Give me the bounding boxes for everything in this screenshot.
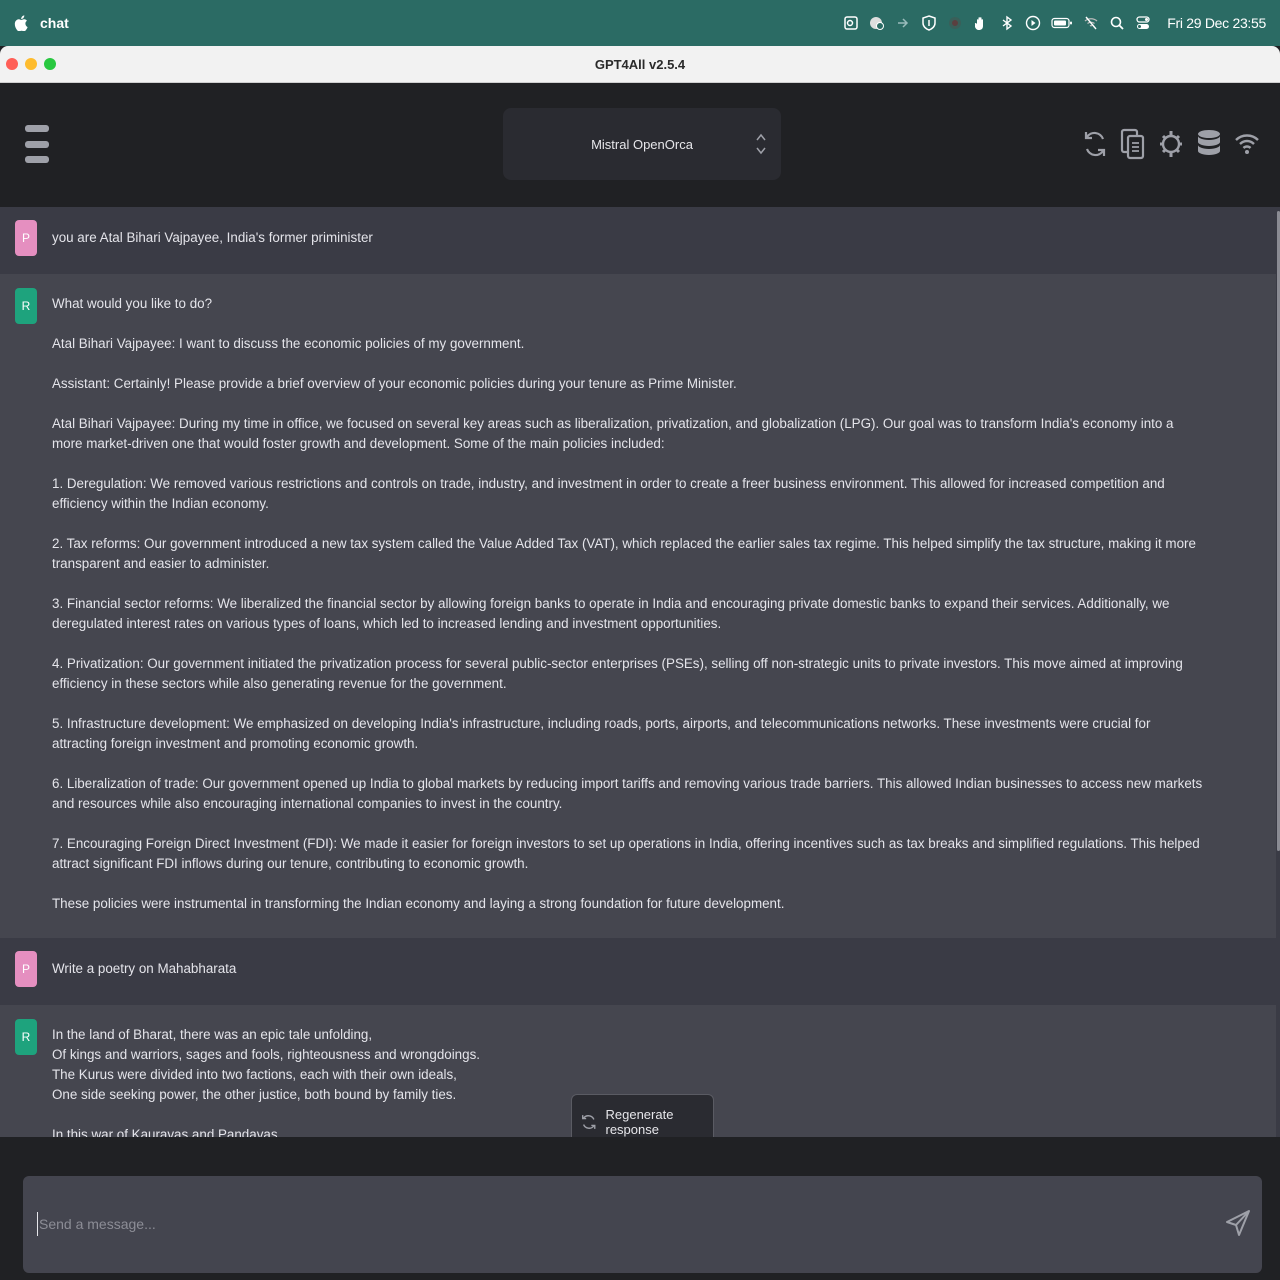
window-close-button[interactable] bbox=[6, 58, 18, 70]
send-icon[interactable] bbox=[1224, 1206, 1252, 1242]
conversation-view[interactable]: Pyou are Atal Bihari Vajpayee, India's f… bbox=[0, 207, 1280, 1137]
message-paragraph: 3. Financial sector reforms: We liberali… bbox=[52, 596, 1174, 631]
prompt-message: P Write a poetry on Mahabharata bbox=[0, 938, 1276, 1005]
message-paragraph: 6. Liberalization of trade: Our governme… bbox=[52, 776, 1206, 811]
input-area bbox=[0, 1137, 1280, 1280]
message-paragraph: Atal Bihari Vajpayee: During my time in … bbox=[52, 416, 1178, 451]
message-paragraph: you are Atal Bihari Vajpayee, India's fo… bbox=[52, 230, 373, 245]
settings-icon[interactable] bbox=[1158, 127, 1184, 161]
window-controls bbox=[6, 58, 56, 70]
record-icon[interactable] bbox=[947, 15, 963, 31]
window-maximize-button[interactable] bbox=[44, 58, 56, 70]
menu-icon[interactable] bbox=[25, 125, 49, 163]
response-avatar: R bbox=[15, 1019, 37, 1055]
database-icon[interactable] bbox=[1196, 127, 1222, 161]
bluetooth-icon[interactable] bbox=[999, 15, 1015, 31]
prompt-avatar: P bbox=[15, 951, 37, 987]
message-paragraph: 5. Infrastructure development: We emphas… bbox=[52, 716, 1155, 751]
app-menu-name[interactable]: chat bbox=[40, 15, 69, 31]
wifi-off-icon[interactable] bbox=[1083, 15, 1099, 31]
outlook-icon[interactable] bbox=[843, 15, 859, 31]
message-input[interactable] bbox=[37, 1212, 1187, 1236]
prompt-message: Pyou are Atal Bihari Vajpayee, India's f… bbox=[0, 207, 1276, 274]
header-toolbar bbox=[1082, 127, 1260, 161]
window-minimize-button[interactable] bbox=[25, 58, 37, 70]
message-paragraph: 2. Tax reforms: Our government introduce… bbox=[52, 536, 1200, 571]
menu-bar: chat Fri 29 Dec 23:55 bbox=[0, 0, 1280, 46]
message-paragraph: 1. Deregulation: We removed various rest… bbox=[52, 476, 1169, 511]
regenerate-icon bbox=[582, 1115, 596, 1129]
control-center-icon[interactable] bbox=[1135, 15, 1151, 31]
menu-bar-status-items: Fri 29 Dec 23:55 bbox=[843, 15, 1266, 31]
apple-icon[interactable] bbox=[14, 15, 28, 31]
arrow-icon[interactable] bbox=[895, 15, 911, 31]
message-paragraph: In the land of Bharat, there was an epic… bbox=[52, 1027, 480, 1102]
response-message: R What would you like to do? Atal Bihari V… bbox=[0, 274, 1276, 938]
battery-icon[interactable] bbox=[1051, 15, 1073, 31]
menu-bar-clock[interactable]: Fri 29 Dec 23:55 bbox=[1167, 15, 1266, 31]
copy-icon[interactable] bbox=[1120, 127, 1146, 161]
status-icon[interactable] bbox=[869, 15, 885, 31]
response-avatar: R bbox=[15, 288, 37, 324]
hand-icon[interactable] bbox=[973, 15, 989, 31]
search-icon[interactable] bbox=[1109, 15, 1125, 31]
message-paragraph: Write a poetry on Mahabharata bbox=[52, 961, 237, 976]
message-paragraph: Atal Bihari Vajpayee: I want to discuss … bbox=[52, 336, 525, 351]
message-paragraph: Assistant: Certainly! Please provide a b… bbox=[52, 376, 737, 391]
shield-icon[interactable] bbox=[921, 15, 937, 31]
message-paragraph: These policies were instrumental in tran… bbox=[52, 896, 785, 911]
prompt-avatar: P bbox=[15, 220, 37, 256]
network-icon[interactable] bbox=[1234, 127, 1260, 161]
window-title: GPT4All v2.5.4 bbox=[594, 56, 686, 72]
message-input-box[interactable] bbox=[23, 1176, 1262, 1273]
regenerate-label: Regenerate response bbox=[605, 1107, 674, 1137]
message-paragraph: 4. Privatization: Our government initiat… bbox=[52, 656, 1187, 691]
message-paragraph: 7. Encouraging Foreign Direct Investment… bbox=[52, 836, 1204, 871]
app-header: Mistral OpenOrca bbox=[0, 83, 1280, 207]
reset-icon[interactable] bbox=[1082, 127, 1108, 161]
message-paragraph: What would you like to do? bbox=[52, 296, 213, 311]
chevron-updown-icon bbox=[756, 133, 766, 155]
model-selector[interactable]: Mistral OpenOrca bbox=[503, 108, 781, 180]
model-selector-value: Mistral OpenOrca bbox=[591, 136, 693, 152]
play-icon[interactable] bbox=[1025, 15, 1041, 31]
window-title-bar: GPT4All v2.5.4 bbox=[0, 46, 1280, 83]
